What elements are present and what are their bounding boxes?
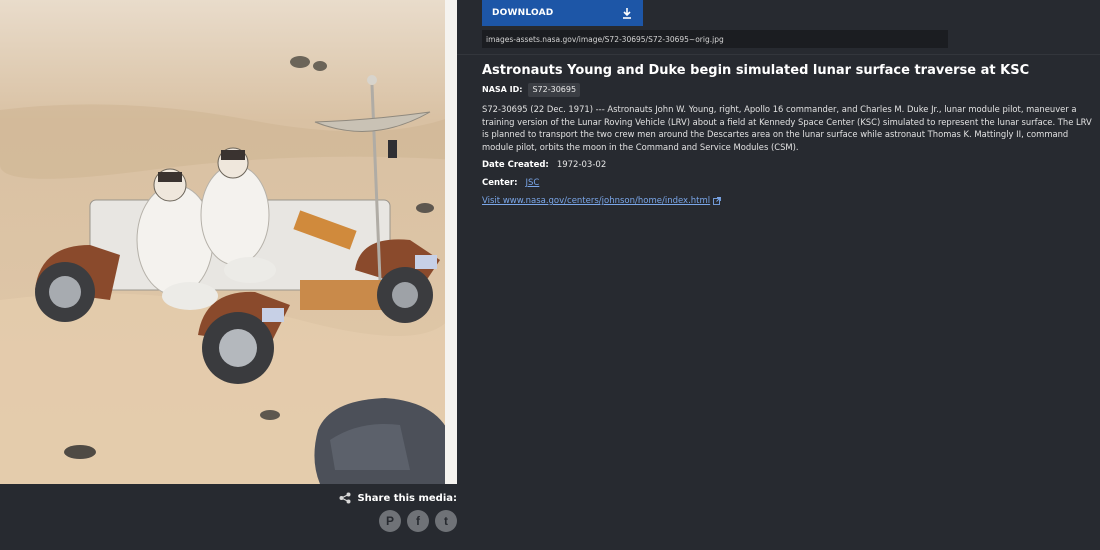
download-icon: [623, 8, 631, 19]
facebook-glyph: f: [416, 514, 420, 528]
photo-border: [445, 0, 457, 484]
external-link[interactable]: Visit www.nasa.gov/centers/johnson/home/…: [482, 193, 710, 209]
share-icons: P f t: [257, 510, 457, 532]
share-label: Share this media:: [357, 492, 457, 504]
nasa-id-label: NASA ID:: [482, 85, 523, 94]
facebook-icon[interactable]: f: [407, 510, 429, 532]
center-row: Center: JSC: [482, 175, 1092, 191]
section-divider: [457, 54, 1100, 55]
share-icon: [339, 492, 351, 504]
lunar-rover-photo[interactable]: [0, 0, 457, 484]
share-heading: Share this media:: [257, 492, 457, 504]
date-created-label: Date Created:: [482, 160, 549, 170]
pinterest-glyph: P: [385, 514, 394, 528]
date-created-value: 1972-03-02: [556, 160, 607, 170]
media-pane: Share this media: P f t: [0, 0, 457, 550]
photo-illustration: [0, 0, 457, 484]
external-link-icon: [713, 197, 722, 205]
download-label: DOWNLOAD: [492, 8, 554, 18]
center-link[interactable]: JSC: [525, 175, 539, 191]
pinterest-icon[interactable]: P: [379, 510, 401, 532]
image-url-text: images-assets.nasa.gov/image/S72-30695/S…: [486, 34, 724, 44]
twitter-icon[interactable]: t: [435, 510, 457, 532]
description: S72-30695 (22 Dec. 1971) --- Astronauts …: [482, 104, 1092, 152]
nasa-id-value: S72-30695: [528, 83, 581, 97]
media-info: Astronauts Young and Duke begin simulate…: [482, 63, 1092, 209]
download-button[interactable]: DOWNLOAD: [482, 0, 643, 26]
nasa-id-row: NASA ID: S72-30695: [482, 83, 1092, 97]
external-link-row: Visit www.nasa.gov/centers/johnson/home/…: [482, 193, 1092, 209]
twitter-glyph: t: [444, 514, 448, 528]
share-section: Share this media: P f t: [257, 492, 457, 532]
image-url-field[interactable]: images-assets.nasa.gov/image/S72-30695/S…: [482, 30, 948, 48]
page-title: Astronauts Young and Duke begin simulate…: [482, 63, 1030, 78]
center-label: Center:: [482, 178, 518, 188]
date-created-row: Date Created: 1972-03-02: [482, 157, 1092, 173]
